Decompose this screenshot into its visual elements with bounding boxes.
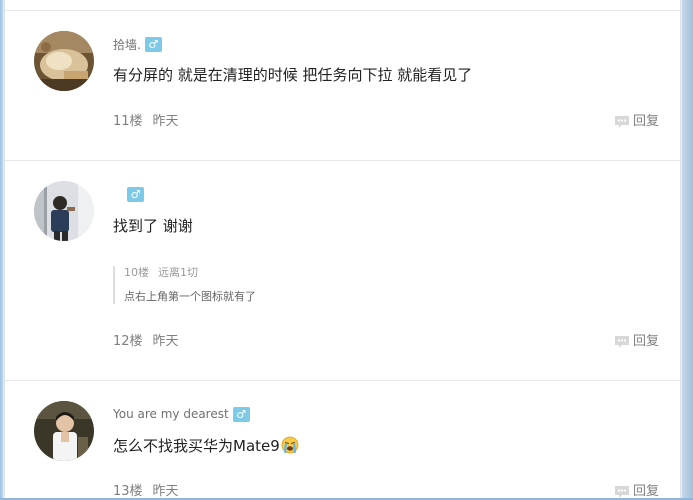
username[interactable]: You are my dearest xyxy=(113,407,229,421)
post-time: 昨天 xyxy=(152,334,179,349)
comment-meta: 11楼 昨天 xyxy=(113,114,179,130)
avatar[interactable] xyxy=(34,401,94,461)
floor-number: 11楼 xyxy=(113,114,143,129)
reply-button[interactable]: 回复 xyxy=(614,114,659,130)
comment-bubble-icon xyxy=(614,336,629,348)
comment-text: 怎么不找我买华为Mate9 xyxy=(113,436,299,456)
floor-number: 13楼 xyxy=(113,484,143,499)
male-icon: ♂ xyxy=(144,36,162,52)
reply-button[interactable]: 回复 xyxy=(614,334,659,350)
user-info: You are my dearest ♂ xyxy=(113,405,250,423)
post-time: 昨天 xyxy=(152,484,179,499)
username[interactable]: 拾墙. xyxy=(113,36,141,53)
user-info: 拾墙. ♂ xyxy=(113,35,162,53)
reply-label: 回复 xyxy=(632,114,659,129)
comment-item: You are my dearest ♂ 怎么不找我买华为Mate9 13楼 昨天 xyxy=(5,380,680,499)
post-time: 昨天 xyxy=(152,114,179,129)
comment-bubble-icon xyxy=(614,116,629,128)
comment-list: 拾墙. ♂ 有分屏的 就是在清理的时候 把任务向下拉 就能看见了 11楼 昨天 回… xyxy=(4,0,681,499)
comment-text: 找到了 谢谢 xyxy=(113,217,193,235)
avatar[interactable] xyxy=(34,31,94,91)
quote-meta: 10楼 远离1切 xyxy=(124,266,524,280)
reply-label: 回复 xyxy=(632,334,659,349)
male-icon: ♂ xyxy=(127,186,144,202)
male-icon: ♂ xyxy=(232,406,250,422)
comment-meta: 12楼 昨天 xyxy=(113,334,179,350)
quote-text: 点右上角第一个图标就有了 xyxy=(124,290,256,303)
comment-text: 有分屏的 就是在清理的时候 把任务向下拉 就能看见了 xyxy=(113,66,473,84)
comment-item: ♂ 找到了 谢谢 10楼 远离1切 点右上角第一个图标就有了 12楼 昨天 回复 xyxy=(5,160,680,381)
quote-floor: 10楼 xyxy=(124,266,149,279)
crying-face-icon xyxy=(281,436,299,454)
comment-text-body: 怎么不找我买华为Mate9 xyxy=(113,437,280,455)
avatar[interactable] xyxy=(34,181,94,241)
quoted-reply: 10楼 远离1切 点右上角第一个图标就有了 xyxy=(113,266,524,304)
floor-number: 12楼 xyxy=(113,334,143,349)
comment-item: 拾墙. ♂ 有分屏的 就是在清理的时候 把任务向下拉 就能看见了 11楼 昨天 回… xyxy=(5,0,680,161)
comment-bubble-icon xyxy=(614,486,629,498)
user-info: ♂ xyxy=(113,185,144,203)
quote-author[interactable]: 远离1切 xyxy=(158,266,198,279)
